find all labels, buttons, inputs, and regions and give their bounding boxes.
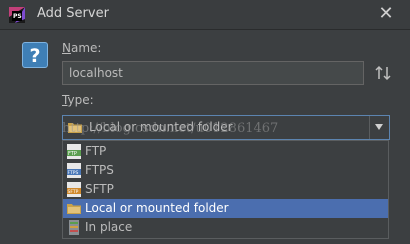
list-item-label: Local or mounted folder (85, 201, 229, 215)
list-item-ftps[interactable]: FTPS FTPS (63, 161, 388, 180)
svg-text:FTP: FTP (68, 151, 77, 157)
help-icon: ? (22, 42, 48, 68)
svg-text:SFTP: SFTP (68, 189, 79, 195)
close-button[interactable]: ✕ (376, 4, 396, 24)
ftps-icon: FTPS (67, 163, 81, 178)
list-item-ftp[interactable]: FTP FTP (63, 142, 388, 161)
type-combobox-value: Local or mounted folder (89, 120, 233, 134)
sftp-icon: SFTP (67, 182, 81, 197)
ftp-icon: FTP (67, 144, 81, 159)
type-dropdown-list: FTP FTP FTPS FTPS SFTP SFTP Local or mou… (62, 140, 389, 239)
name-input[interactable] (62, 61, 364, 85)
folder-icon (68, 123, 82, 133)
type-combobox[interactable]: Local or mounted folder (62, 115, 390, 140)
title-bar: PS Add Server ✕ (0, 0, 410, 30)
list-item-local-folder[interactable]: Local or mounted folder (63, 199, 388, 218)
list-item-label: SFTP (85, 182, 114, 196)
list-item-in-place[interactable]: In place (63, 218, 388, 237)
close-icon[interactable]: ✕ (378, 3, 393, 24)
list-item-label: FTP (85, 144, 107, 158)
name-label: Name: (62, 41, 101, 55)
name-label-rest: ame: (70, 41, 102, 55)
list-item-label: In place (85, 220, 133, 234)
list-item-sftp[interactable]: SFTP SFTP (63, 180, 388, 199)
list-item-label: FTPS (85, 163, 114, 177)
window-title: Add Server (37, 6, 109, 21)
sort-icon[interactable] (373, 64, 393, 82)
chevron-down-icon[interactable] (375, 124, 383, 130)
name-label-mnemonic: N (62, 41, 71, 55)
folder-icon (67, 204, 81, 214)
type-label-rest: ype: (67, 93, 94, 107)
combobox-separator (369, 116, 370, 139)
type-label: Type: (62, 93, 94, 107)
phpstorm-app-icon: PS (9, 7, 25, 23)
svg-text:PS: PS (13, 13, 22, 20)
server-icon (69, 220, 79, 235)
svg-text:FTPS: FTPS (68, 170, 79, 176)
